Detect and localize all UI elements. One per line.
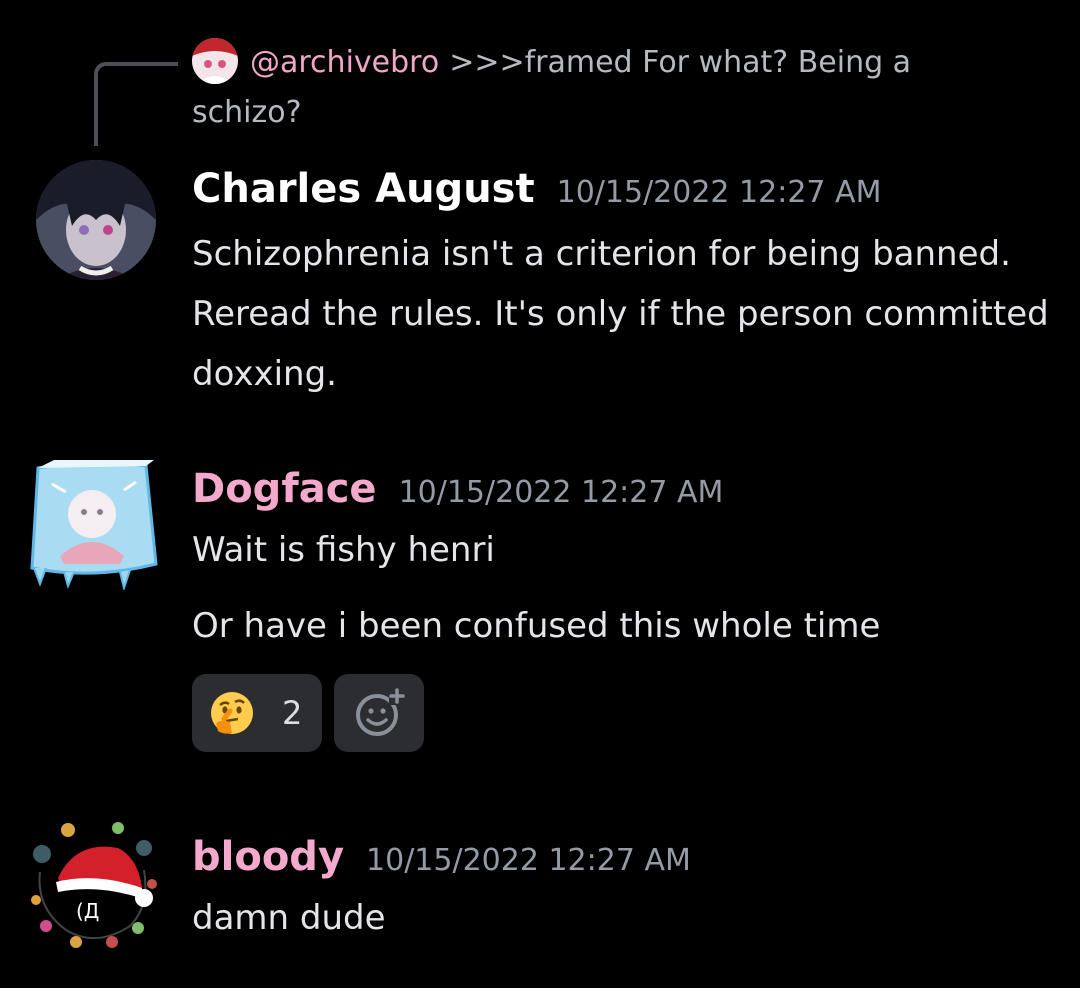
reply-reference[interactable]: @archivebro >>>framed For what? Being a s… — [192, 37, 992, 138]
username[interactable]: Dogface — [192, 466, 377, 512]
avatar[interactable] — [36, 160, 156, 280]
reply-username[interactable]: @archivebro — [250, 45, 439, 80]
username[interactable]: bloody — [192, 834, 344, 880]
message-header: bloody 10/15/2022 12:27 AM — [192, 834, 691, 880]
message-text: Schizophrenia isn't a criterion for bein… — [192, 234, 1049, 394]
timestamp: 10/15/2022 12:27 AM — [366, 843, 691, 878]
username[interactable]: Charles August — [192, 166, 535, 212]
message-header: Dogface 10/15/2022 12:27 AM — [192, 466, 723, 512]
svg-text:(Д: (Д — [76, 899, 99, 923]
thinking-face-icon — [211, 692, 253, 734]
reactions-bar: 2 — [192, 674, 424, 752]
reply-connector-line — [94, 62, 178, 146]
reply-avatar[interactable] — [192, 37, 238, 84]
avatar[interactable]: (Д — [26, 818, 158, 950]
timestamp: 10/15/2022 12:27 AM — [398, 475, 724, 510]
timestamp: 10/15/2022 12:27 AM — [556, 175, 882, 210]
add-reaction-icon — [356, 688, 405, 736]
add-reaction-button[interactable] — [334, 674, 424, 752]
message-text-line-2: Or have i been confused this whole time — [192, 606, 881, 646]
message-text: damn dude — [192, 898, 386, 938]
avatar[interactable] — [24, 456, 160, 592]
reaction-count: 2 — [282, 694, 303, 732]
message-text-line-1: Wait is fishy henri — [192, 530, 495, 570]
message-header: Charles August 10/15/2022 12:27 AM — [192, 166, 881, 212]
reaction-thinking[interactable]: 2 — [192, 674, 322, 752]
